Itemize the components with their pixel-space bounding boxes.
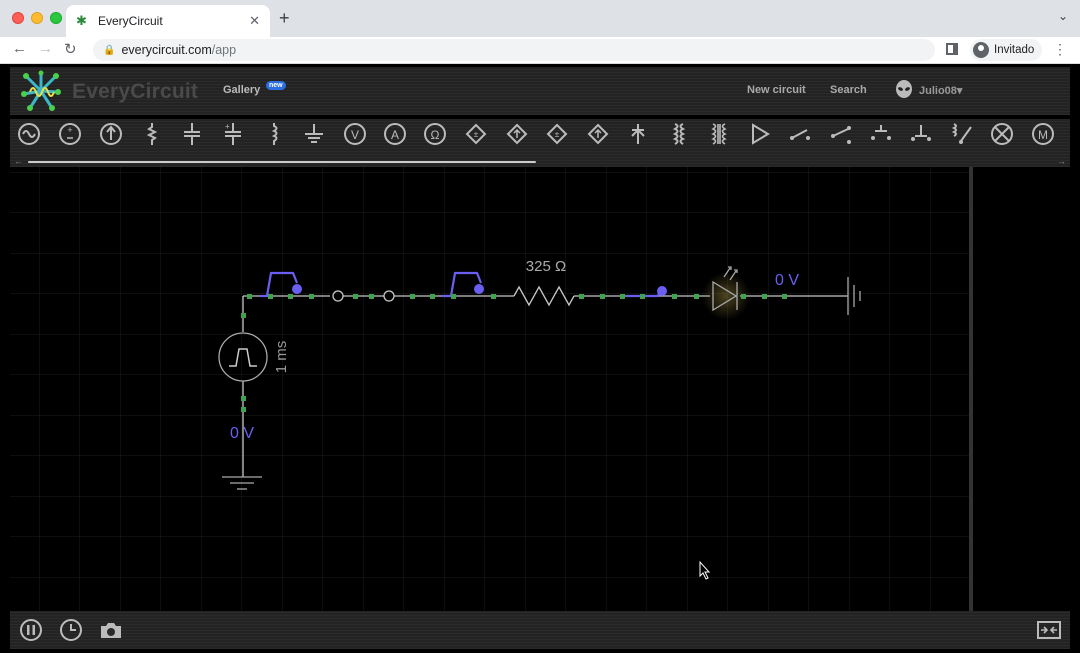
signal-dot-3 [657, 286, 667, 296]
user-name: Julio08 [919, 85, 957, 97]
address-bar[interactable]: 🔒 everycircuit.com/app [93, 39, 935, 61]
led-voltage-label: 0 V [775, 272, 799, 289]
minimize-window-button[interactable] [31, 12, 43, 24]
close-window-button[interactable] [12, 12, 24, 24]
scroll-right-icon[interactable]: → [1057, 156, 1066, 166]
url-domain: everycircuit.com [121, 43, 212, 57]
grid-background [10, 167, 970, 611]
browser-toolbar: ← → ↻ 🔒 everycircuit.com/app Invitado ⋮ [0, 37, 1080, 64]
resistor-icon[interactable] [139, 121, 165, 147]
vcvs-icon[interactable]: ± [463, 121, 489, 147]
voltmeter-icon[interactable]: V [342, 121, 368, 147]
capacitor-icon[interactable] [179, 121, 205, 147]
push-button-no-icon[interactable] [868, 121, 894, 147]
browser-tab-bar: ✱ EveryCircuit ✕ + ⌄ [0, 0, 1080, 37]
transformer-icon[interactable] [666, 121, 692, 147]
tab-title: EveryCircuit [98, 14, 163, 28]
ccvs-icon[interactable]: ± [544, 121, 570, 147]
signal-dot-1 [292, 284, 302, 294]
maximize-window-button[interactable] [50, 12, 62, 24]
profile-label: Invitado [994, 44, 1035, 56]
relay-icon[interactable] [949, 121, 975, 147]
dc-source-icon[interactable]: + [57, 121, 83, 147]
svg-text:+: + [67, 125, 72, 135]
reload-icon[interactable]: ↻ [64, 40, 77, 58]
svg-text:M: M [1038, 128, 1048, 142]
fullscreen-toggle-icon[interactable] [1036, 617, 1062, 643]
scroll-left-icon[interactable]: ← [14, 156, 23, 166]
guest-avatar-icon [973, 42, 989, 58]
right-panel-divider[interactable] [969, 167, 973, 611]
clock-icon[interactable] [58, 617, 84, 643]
camera-icon[interactable] [98, 617, 124, 643]
tab-search-chevron-icon[interactable]: ⌄ [1058, 9, 1068, 23]
transformer-core-icon[interactable] [706, 121, 732, 147]
new-tab-icon[interactable]: + [279, 8, 290, 29]
resistor-label: 325 Ω [526, 258, 566, 275]
user-menu[interactable]: Julio08▾ [919, 84, 962, 97]
brand-title[interactable]: EveryCircuit [72, 80, 198, 104]
circuit-canvas[interactable]: 325 Ω 0 V 1 ms 0 V [10, 167, 970, 611]
motor-icon[interactable]: M [1030, 121, 1056, 147]
svg-text:Ω: Ω [431, 128, 440, 142]
lock-icon: 🔒 [103, 44, 116, 56]
current-source-icon[interactable] [98, 121, 124, 147]
inductor-icon[interactable] [261, 121, 287, 147]
everycircuit-app: EveryCircuit Gallery new New circuit Sea… [10, 67, 1070, 649]
everycircuit-favicon-icon: ✱ [76, 13, 87, 28]
pulse-period-label: 1 ms [273, 341, 290, 374]
app-header: EveryCircuit Gallery new New circuit Sea… [10, 67, 1070, 115]
new-circuit-link[interactable]: New circuit [747, 84, 806, 96]
svg-text:+: + [225, 122, 230, 131]
diode-icon[interactable] [625, 121, 651, 147]
ground-icon[interactable] [301, 121, 327, 147]
vccs-icon[interactable] [504, 121, 530, 147]
search-link[interactable]: Search [830, 84, 867, 96]
svg-text:V: V [351, 128, 359, 142]
cccs-icon[interactable] [585, 121, 611, 147]
new-badge: new [266, 81, 286, 90]
component-palette: + + V A Ω ± ± M ← → [10, 119, 1070, 167]
amplifier-icon[interactable] [747, 121, 773, 147]
source-voltage-label: 0 V [230, 425, 254, 442]
forward-arrow-icon[interactable]: → [38, 40, 53, 57]
gallery-link[interactable]: Gallery [223, 84, 260, 96]
ohmmeter-icon[interactable]: Ω [422, 121, 448, 147]
lamp-icon[interactable] [989, 121, 1015, 147]
back-arrow-icon[interactable]: ← [12, 40, 27, 57]
browser-tab[interactable]: ✱ EveryCircuit ✕ [66, 5, 270, 37]
ac-source-icon[interactable] [16, 121, 42, 147]
app-footer [10, 611, 1070, 649]
close-tab-icon[interactable]: ✕ [249, 13, 260, 29]
side-panel-icon[interactable] [946, 43, 958, 55]
push-button-nc-icon[interactable] [908, 121, 934, 147]
more-menu-icon[interactable]: ⋮ [1053, 41, 1067, 58]
svg-text:±: ± [474, 130, 479, 139]
pause-icon[interactable] [18, 617, 44, 643]
signal-dot-2 [474, 284, 484, 294]
ammeter-icon[interactable]: A [382, 121, 408, 147]
url-path: /app [211, 43, 237, 57]
alien-avatar-icon[interactable] [894, 80, 914, 100]
polarized-capacitor-icon[interactable]: + [220, 121, 246, 147]
svg-text:A: A [391, 128, 399, 142]
switch-spdt-icon[interactable] [828, 121, 854, 147]
svg-text:±: ± [555, 130, 560, 139]
everycircuit-logo-icon[interactable] [18, 70, 64, 112]
switch-spst-icon[interactable] [787, 121, 813, 147]
palette-scroll-thumb[interactable] [28, 161, 536, 163]
palette-scrollbar[interactable]: ← → [14, 156, 1066, 166]
profile-button[interactable]: Invitado [970, 39, 1043, 61]
